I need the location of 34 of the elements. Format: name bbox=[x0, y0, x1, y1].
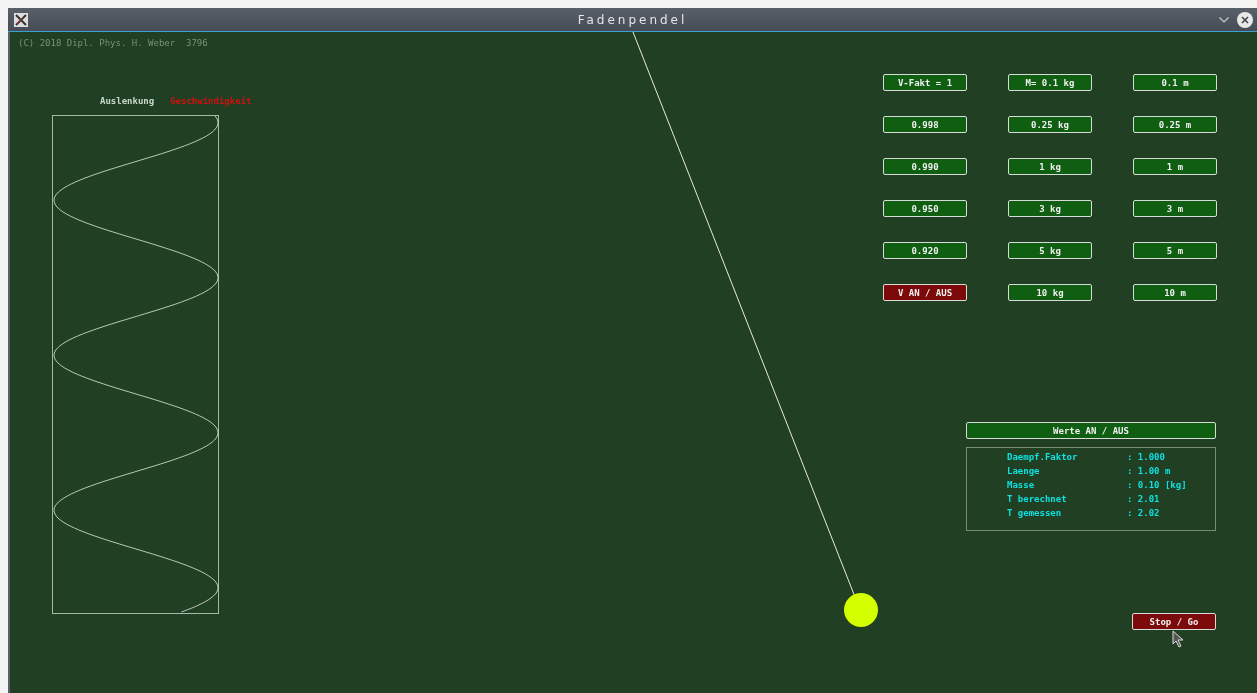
value-label: Masse bbox=[1007, 480, 1036, 490]
legend-label: Auslenkung bbox=[100, 96, 155, 106]
toggle-button[interactable]: Stop / Go bbox=[1132, 613, 1216, 630]
value-text: : 1.000 bbox=[1127, 452, 1166, 462]
toggle-button[interactable]: 3 m bbox=[1133, 200, 1217, 217]
toggle-button[interactable]: 10 kg bbox=[1008, 284, 1092, 301]
toggle-button[interactable]: 0.25 kg bbox=[1008, 116, 1092, 133]
value-text: : 1.00 m bbox=[1127, 466, 1172, 476]
value-text: : 2.02 bbox=[1127, 508, 1161, 518]
value-label: Laenge bbox=[1007, 466, 1041, 476]
toggle-button[interactable]: V AN / AUS bbox=[883, 284, 967, 301]
legend-label: Geschwindigkeit bbox=[170, 96, 252, 106]
toggle-button[interactable]: 10 m bbox=[1133, 284, 1217, 301]
value-label: T berechnet bbox=[1007, 494, 1068, 504]
toggle-button[interactable]: Werte AN / AUS bbox=[966, 422, 1216, 439]
toggle-button[interactable]: M= 0.1 kg bbox=[1008, 74, 1092, 91]
value-label: T gemessen bbox=[1007, 508, 1063, 518]
toggle-button[interactable]: 0.950 bbox=[883, 200, 967, 217]
toggle-button[interactable]: 1 m bbox=[1133, 158, 1217, 175]
value-text: : 2.01 bbox=[1127, 494, 1161, 504]
copyright-text: (C) 2018 Dipl. Phys. H. Weber 3796 bbox=[18, 38, 208, 48]
toggle-button[interactable]: 0.25 m bbox=[1133, 116, 1217, 133]
window-title: Fadenpendel bbox=[577, 12, 688, 27]
toggle-button[interactable]: 0.920 bbox=[883, 242, 967, 259]
toggle-button[interactable]: 1 kg bbox=[1008, 158, 1092, 175]
value-label: Daempf.Faktor bbox=[1007, 452, 1079, 462]
toggle-button[interactable]: 5 kg bbox=[1008, 242, 1092, 259]
toggle-button[interactable]: 3 kg bbox=[1008, 200, 1092, 217]
toggle-button[interactable]: 0.990 bbox=[883, 158, 967, 175]
toggle-button[interactable]: 0.1 m bbox=[1133, 74, 1217, 91]
value-text: : 0.10 [kg] bbox=[1127, 480, 1188, 490]
toggle-button[interactable]: 5 m bbox=[1133, 242, 1217, 259]
toggle-button[interactable]: V-Fakt = 1 bbox=[883, 74, 967, 91]
toggle-button[interactable]: 0.998 bbox=[883, 116, 967, 133]
